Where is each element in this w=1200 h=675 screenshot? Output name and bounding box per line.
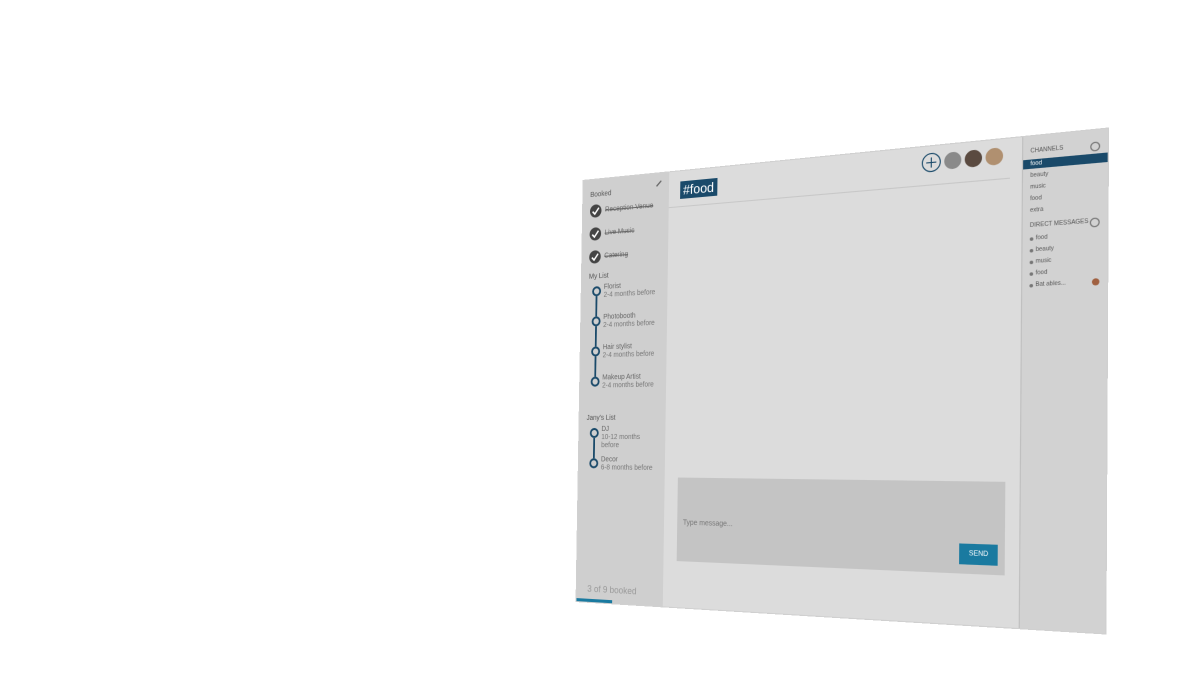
- janys-list: DJ 10-12 months before Decor 6-8 months be…: [585, 426, 659, 488]
- item-when: 10-12 months before: [601, 433, 641, 450]
- booked-label: Catering: [604, 251, 629, 260]
- circle-icon: [591, 346, 601, 357]
- stage: Booked Reception Venue Live Music Cateri…: [0, 0, 1200, 675]
- my-list: Florist 2-4 months before Photobooth 2-4 m…: [587, 280, 662, 405]
- add-dm-icon[interactable]: [1089, 217, 1100, 228]
- channel-title: #food: [680, 177, 718, 199]
- circle-icon: [589, 427, 599, 439]
- chat-area: #food SEND: [662, 137, 1023, 629]
- dm-label: music: [1035, 257, 1052, 266]
- status-dot: [1029, 283, 1034, 288]
- status-dot: [1029, 236, 1034, 241]
- item-name: DJ: [601, 425, 610, 433]
- janys-list-title: Jany's List: [586, 414, 616, 422]
- avatar[interactable]: [944, 151, 962, 170]
- timeline-line: [595, 296, 598, 317]
- item-when: 2-4 months before: [603, 319, 655, 330]
- check-icon: [589, 226, 602, 241]
- timeline-line: [594, 356, 597, 377]
- list-item[interactable]: Decor 6-8 months before: [589, 456, 659, 487]
- booked-count: 3 of 9 booked: [587, 583, 637, 597]
- composer: SEND: [676, 477, 1006, 576]
- circle-icon: [592, 286, 602, 297]
- list-item[interactable]: Photobooth 2-4 months before: [591, 311, 661, 347]
- dm-label: food: [1035, 233, 1048, 242]
- circle-icon: [591, 316, 601, 327]
- timeline-line: [592, 438, 596, 459]
- timeline-line: [594, 326, 597, 347]
- channels-title: CHANNELS: [1030, 144, 1064, 155]
- booked-label: Live Music: [604, 227, 635, 237]
- avatar[interactable]: [985, 147, 1004, 167]
- app-window: Booked Reception Venue Live Music Cateri…: [576, 128, 1108, 634]
- booked-item[interactable]: Reception Venue: [589, 198, 663, 218]
- dm-label: Bat ables...: [1035, 279, 1066, 289]
- my-list-title: My List: [588, 272, 609, 281]
- circle-icon: [590, 376, 600, 387]
- right-sidebar: CHANNELS food beauty music food extra DI…: [1018, 128, 1108, 634]
- divider: [668, 177, 1010, 209]
- item-when: 2-4 months before: [602, 350, 655, 360]
- avatar[interactable]: [964, 149, 983, 168]
- booked-title: Booked: [590, 190, 612, 200]
- status-dot: [1029, 259, 1034, 264]
- status-dot: [1029, 271, 1034, 276]
- booked-label: Reception Venue: [604, 202, 654, 214]
- list-item[interactable]: DJ 10-12 months before: [589, 425, 659, 459]
- dm-label: food: [1035, 269, 1048, 277]
- send-button[interactable]: SEND: [959, 543, 998, 566]
- edit-icon[interactable]: [654, 177, 663, 188]
- list-item[interactable]: Hair stylist 2-4 months before: [591, 342, 661, 377]
- booked-item[interactable]: Catering: [589, 246, 662, 264]
- message-input[interactable]: [682, 519, 866, 533]
- item-when: 2-4 months before: [602, 381, 654, 390]
- circle-icon: [589, 458, 599, 469]
- left-sidebar: Booked Reception Venue Live Music Cateri…: [576, 172, 670, 607]
- participants: [921, 146, 1004, 173]
- add-participant-icon[interactable]: [921, 152, 941, 173]
- list-item[interactable]: Makeup Artist 2-4 months before: [590, 373, 660, 405]
- check-icon: [589, 250, 601, 264]
- booked-item[interactable]: Live Music: [589, 222, 663, 241]
- list-item[interactable]: Florist 2-4 months before: [592, 280, 662, 317]
- progress-bar: [576, 598, 613, 604]
- status-dot: [1029, 248, 1034, 253]
- item-when: 2-4 months before: [603, 288, 656, 299]
- item-when: 6-8 months before: [600, 464, 653, 473]
- add-channel-icon[interactable]: [1090, 141, 1101, 152]
- dm-label: beauty: [1035, 245, 1054, 254]
- dm-item[interactable]: Bat ables...: [1022, 277, 1107, 291]
- avatar: [1091, 278, 1100, 286]
- check-icon: [589, 203, 602, 218]
